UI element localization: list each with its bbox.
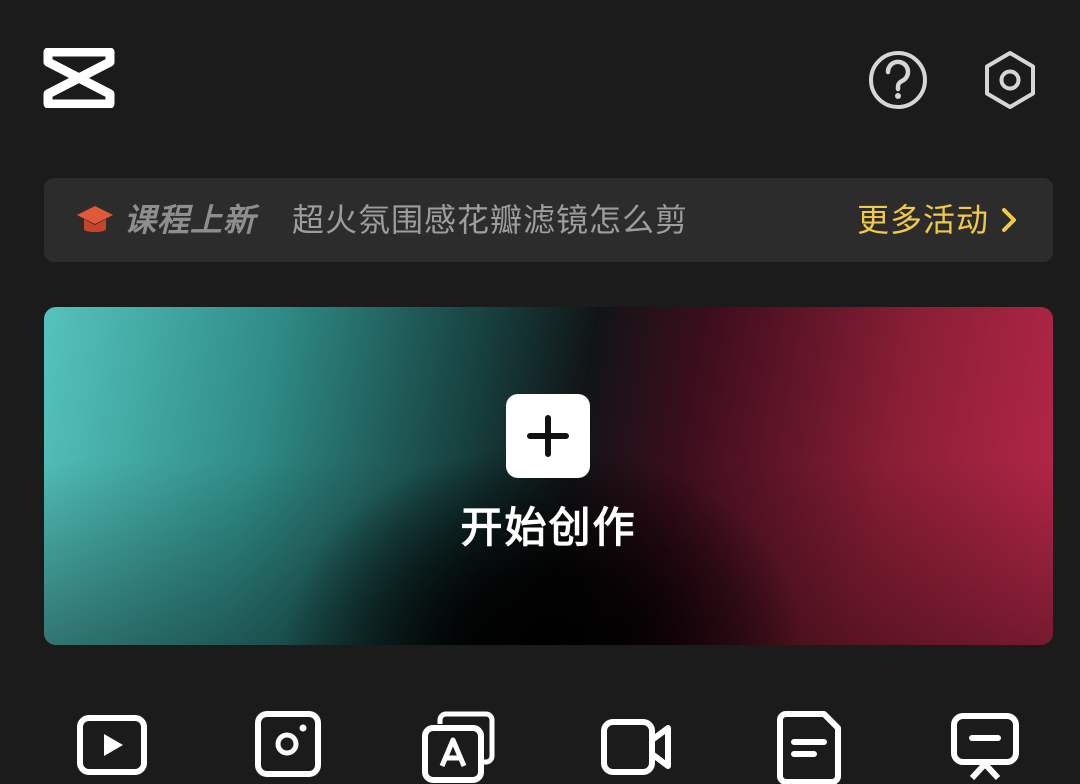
document-icon[interactable] xyxy=(772,708,848,784)
capcut-logo-icon xyxy=(43,48,115,108)
graduation-cap-icon xyxy=(77,206,113,232)
video-camera-icon[interactable] xyxy=(598,708,674,784)
course-banner[interactable]: 课程上新 超火氛围感花瓣滤镜怎么剪 更多活动 xyxy=(44,178,1053,262)
play-video-icon[interactable] xyxy=(74,708,150,784)
camera-frame-icon[interactable] xyxy=(250,708,326,784)
settings-hexagon-icon[interactable] xyxy=(980,50,1040,110)
start-creation-label: 开始创作 xyxy=(460,503,637,552)
chevron-right-icon[interactable] xyxy=(1000,206,1018,234)
text-template-icon[interactable] xyxy=(420,708,496,784)
banner-tag: 课程上新 xyxy=(124,201,257,239)
start-creation-card[interactable]: 开始创作 xyxy=(44,307,1053,645)
plus-icon xyxy=(527,415,569,457)
home-screen: 课程上新 超火氛围感花瓣滤镜怎么剪 更多活动 开始创作 xyxy=(0,0,1080,784)
more-activities-link[interactable]: 更多活动 xyxy=(857,198,989,242)
banner-message[interactable]: 超火氛围感花瓣滤镜怎么剪 xyxy=(292,198,688,242)
presentation-icon[interactable] xyxy=(946,708,1022,784)
new-project-button[interactable] xyxy=(506,394,590,478)
help-icon[interactable] xyxy=(868,50,928,110)
